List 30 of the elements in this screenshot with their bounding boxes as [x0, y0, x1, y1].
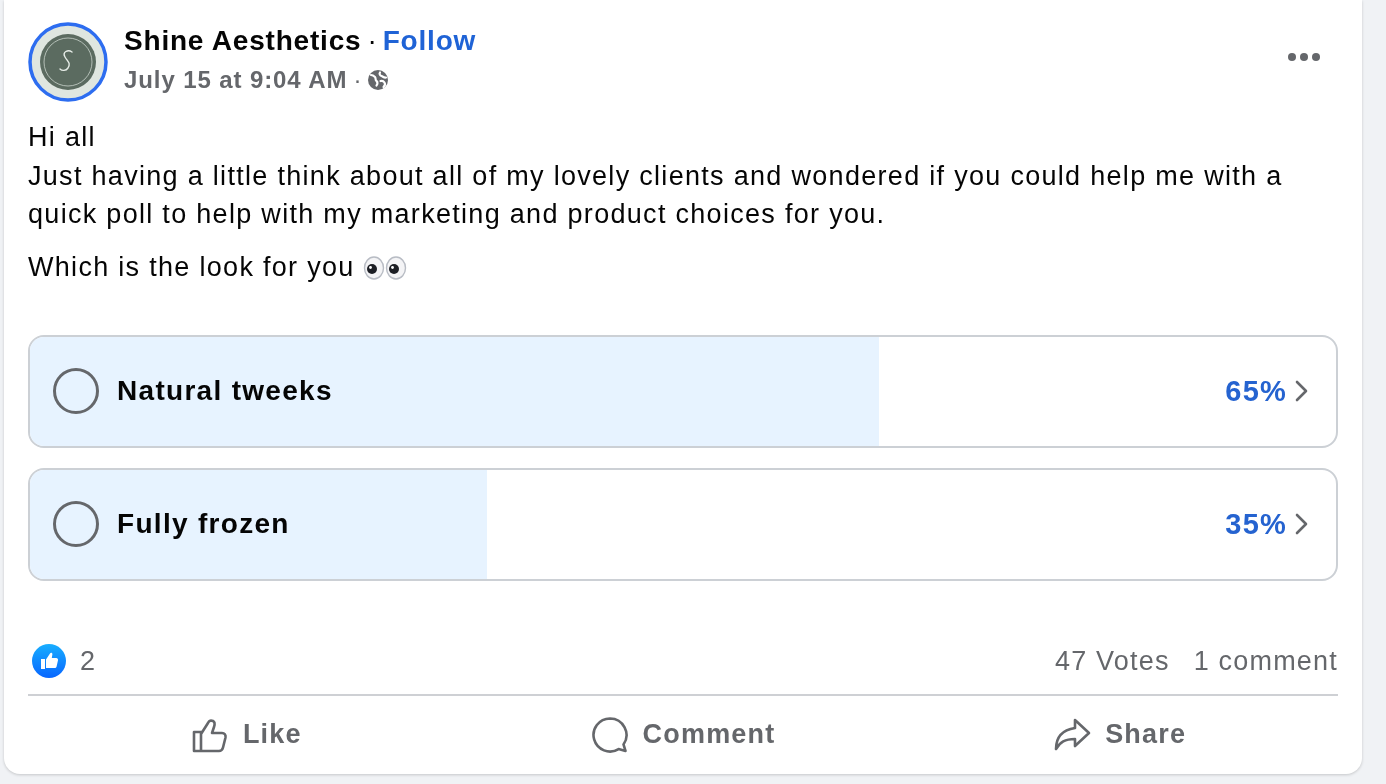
like-button[interactable]: Like: [28, 695, 465, 774]
separator-dot: ·: [367, 24, 377, 58]
radio-button[interactable]: [53, 501, 99, 547]
profile-avatar[interactable]: [28, 22, 108, 102]
like-reaction-icon[interactable]: [32, 644, 66, 679]
more-icon: [1288, 53, 1320, 61]
author-name[interactable]: Shine Aesthetics: [124, 22, 362, 60]
vote-count[interactable]: 47 Votes: [1054, 645, 1170, 677]
comment-count[interactable]: 1 comment: [1193, 645, 1338, 677]
radio-button[interactable]: [53, 368, 99, 414]
share-button[interactable]: Share: [901, 695, 1338, 774]
reaction-count[interactable]: 2: [80, 645, 97, 677]
option-label: Natural tweeks: [117, 375, 333, 407]
follow-link[interactable]: Follow: [382, 22, 477, 60]
comment-button[interactable]: Comment: [464, 695, 902, 774]
option-label: Fully frozen: [117, 508, 290, 540]
eyes-emoji-icon: [362, 255, 407, 280]
poll-option[interactable]: Natural tweeks 65%: [28, 334, 1338, 448]
post-timestamp[interactable]: July 15 at 9:04 AM: [124, 66, 348, 94]
chevron-right-icon: [1295, 380, 1308, 402]
post-text: Hi all: [28, 121, 97, 154]
speech-bubble-icon: [590, 715, 629, 754]
option-percentage: 65%: [1225, 374, 1287, 408]
post-text: Just having a little think about all of my lovely clients and wondered if you could help me with a quick poll to help with my marketing and product choices for you.: [28, 159, 1284, 231]
post-text: Which is the look for you: [28, 251, 355, 285]
globe-icon: [367, 69, 390, 91]
option-percentage: 35%: [1225, 507, 1287, 541]
poll-option[interactable]: Fully frozen 35%: [28, 467, 1338, 581]
separator-dot: ·: [353, 66, 362, 94]
chevron-right-icon: [1295, 513, 1308, 535]
